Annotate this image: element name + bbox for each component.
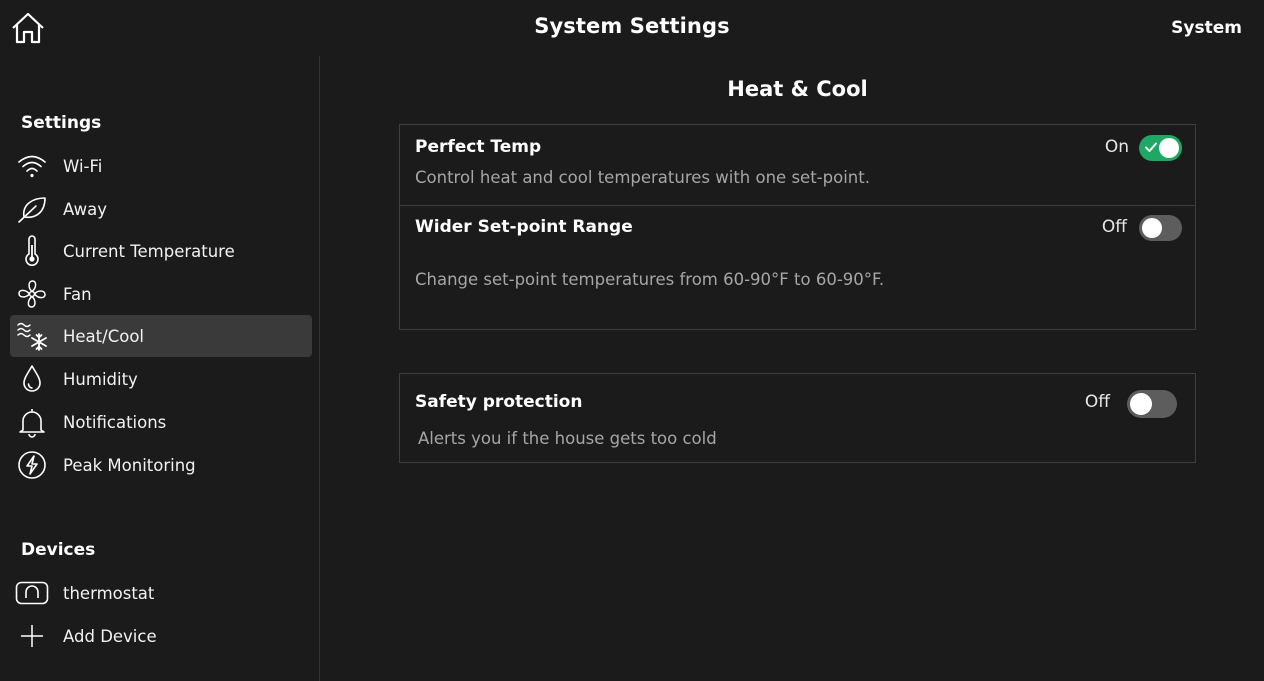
heat-cool-settings-card: Perfect Temp On Control heat and cool te… [399, 124, 1196, 330]
thermostat-icon [15, 581, 49, 605]
wifi-icon [18, 155, 46, 178]
app: System Settings System Settings Wi-Fi Aw… [0, 0, 1264, 681]
sidebar-divider [319, 56, 320, 681]
perfect-temp-row: Perfect Temp On Control heat and cool te… [400, 125, 1195, 205]
perfect-temp-toggle[interactable] [1139, 135, 1182, 161]
sidebar-item-heat-cool[interactable]: Heat/Cool [10, 315, 312, 357]
safety-protection-toggle[interactable] [1127, 390, 1177, 418]
checkmark-icon [1145, 142, 1157, 152]
sidebar-item-label: thermostat [63, 583, 155, 603]
sidebar-item-label: Humidity [63, 369, 138, 389]
settings-section-title: Settings [21, 113, 102, 133]
sidebar-item-label: Heat/Cool [63, 326, 144, 346]
sidebar-item-away[interactable]: Away [10, 188, 312, 230]
fan-icon [18, 280, 46, 308]
safety-protection-row: Safety protection Off Alerts you if the … [400, 374, 1195, 462]
sidebar-item-label: Add Device [63, 626, 157, 646]
sidebar-item-label: Fan [63, 284, 92, 304]
leaf-icon [18, 197, 46, 223]
safety-protection-title: Safety protection [415, 392, 583, 412]
safety-settings-card: Safety protection Off Alerts you if the … [399, 373, 1196, 463]
sidebar-item-fan[interactable]: Fan [10, 273, 312, 315]
toggle-knob [1130, 393, 1152, 415]
sidebar-item-peak-monitoring[interactable]: Peak Monitoring [10, 444, 312, 486]
sidebar-item-current-temperature[interactable]: Current Temperature [10, 230, 312, 272]
system-link[interactable]: System [1171, 18, 1242, 38]
safety-protection-description: Alerts you if the house gets too cold [418, 429, 717, 448]
perfect-temp-state: On [1104, 137, 1129, 157]
sidebar-item-label: Current Temperature [63, 241, 235, 261]
wider-range-title: Wider Set-point Range [415, 217, 633, 237]
perfect-temp-description: Control heat and cool temperatures with … [415, 168, 870, 187]
toggle-knob [1159, 138, 1179, 158]
toggle-knob [1142, 218, 1162, 238]
add-device-button[interactable]: Add Device [10, 615, 312, 657]
droplet-icon [23, 365, 41, 392]
page-title: System Settings [534, 14, 730, 38]
sidebar-item-label: Notifications [63, 412, 167, 432]
heat-cool-icon [17, 322, 47, 351]
sidebar-item-notifications[interactable]: Notifications [10, 401, 312, 443]
safety-protection-state: Off [1084, 392, 1110, 412]
devices-section-title: Devices [21, 540, 96, 560]
thermometer-icon [25, 235, 39, 266]
sidebar-item-label: Away [63, 199, 107, 219]
plus-icon [21, 625, 43, 647]
sidebar-item-label: Wi-Fi [63, 156, 103, 176]
wider-range-row: Wider Set-point Range Off Change set-poi… [400, 205, 1195, 329]
wider-range-description: Change set-point temperatures from 60-90… [415, 270, 885, 289]
bell-icon [19, 409, 45, 438]
lightning-icon [18, 451, 46, 479]
wider-range-state: Off [1101, 217, 1127, 237]
device-item-thermostat[interactable]: thermostat [10, 572, 312, 614]
wider-range-toggle[interactable] [1139, 215, 1182, 241]
section-heading: Heat & Cool [727, 77, 868, 101]
sidebar-item-label: Peak Monitoring [63, 455, 196, 475]
sidebar-item-wifi[interactable]: Wi-Fi [10, 145, 312, 187]
perfect-temp-title: Perfect Temp [415, 137, 542, 157]
sidebar-item-humidity[interactable]: Humidity [10, 358, 312, 400]
